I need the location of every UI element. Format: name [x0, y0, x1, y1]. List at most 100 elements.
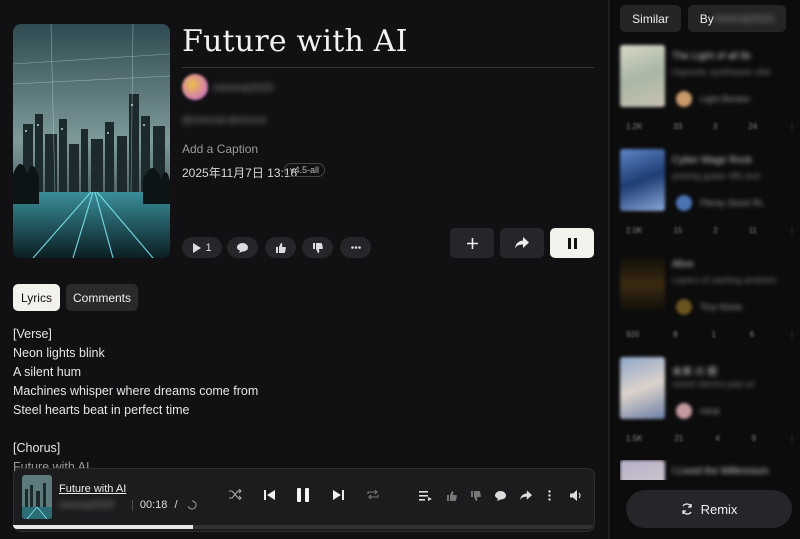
player-thumbnail[interactable] — [22, 475, 52, 519]
playback-progress-bar[interactable] — [13, 525, 593, 529]
creation-date: 2025年11月7日 13:16 — [182, 166, 298, 180]
player-comment-icon[interactable] — [495, 491, 506, 501]
lyrics-line: Machines whisper where dreams come from — [13, 384, 259, 398]
item-comments: 6 — [749, 330, 755, 339]
item-more-icon[interactable]: ⋮ — [788, 434, 796, 443]
item-more-icon[interactable]: ⋮ — [788, 226, 796, 235]
tab-by-username: mirenai2020 — [713, 12, 775, 25]
item-thumbnail — [620, 253, 665, 315]
item-dislikes: 4 — [715, 434, 720, 443]
remix-label: Remix — [700, 501, 738, 517]
item-plays: 2.0K — [626, 226, 643, 235]
thumbs-down-icon — [312, 242, 323, 253]
item-thumbnail — [620, 149, 665, 211]
item-plays: 920 — [626, 330, 640, 339]
add-caption-field[interactable]: Add a Caption — [182, 142, 258, 156]
tab-by-user[interactable]: By mirenai2020 — [688, 5, 786, 32]
player-time: | 00:18 / — [131, 499, 197, 511]
lyrics-line — [13, 420, 258, 439]
list-item[interactable]: The Light of all lib Hypnotic synthwave … — [620, 45, 800, 145]
list-item[interactable]: Alive Layers of swirling ambient Tiny No… — [620, 253, 800, 353]
item-more-icon[interactable]: ⋮ — [788, 330, 796, 339]
item-stats: 920 8 1 6 ⋮ — [626, 330, 796, 339]
item-title: 未来 の 歌 — [672, 367, 718, 378]
item-plays: 1.5K — [626, 434, 643, 443]
tab-by-label: By — [699, 11, 714, 26]
previous-track-icon[interactable] — [264, 490, 275, 500]
player-dislike-icon[interactable] — [471, 491, 481, 501]
main-panel: Future with AI mirenai2020 @mirenai.deeo… — [0, 0, 606, 539]
player-like-icon[interactable] — [447, 491, 457, 501]
player-pause-icon[interactable] — [297, 488, 309, 502]
item-thumbnail — [620, 357, 665, 419]
item-author-avatar — [676, 403, 692, 419]
play-count-button[interactable]: 1 — [182, 237, 222, 258]
tab-similar[interactable]: Similar — [620, 5, 681, 32]
player-artist[interactable]: mirenai2020 — [59, 500, 114, 511]
lyrics-line: [Verse] — [13, 327, 52, 341]
player-song-title[interactable]: Future with AI — [59, 483, 126, 495]
share-arrow-icon — [515, 237, 529, 249]
item-title: Alive — [672, 259, 694, 270]
item-author: Light Bonker — [700, 94, 751, 104]
next-track-icon[interactable] — [333, 490, 344, 500]
plus-icon — [466, 237, 478, 249]
shuffle-icon[interactable] — [229, 489, 242, 500]
username-link[interactable]: mirenai2020 — [213, 82, 274, 94]
item-plays: 1.2K — [626, 122, 643, 131]
more-horizontal-icon — [350, 246, 361, 249]
lyrics-line: [Chorus] — [13, 441, 61, 455]
volume-icon[interactable] — [570, 490, 582, 501]
title-divider — [182, 67, 594, 68]
lyrics-line: Steel hearts beat in perfect time — [13, 403, 190, 417]
item-author: mirai — [700, 406, 720, 416]
tab-lyrics[interactable]: Lyrics — [13, 284, 60, 311]
item-comments: 24 — [748, 122, 758, 131]
item-author: Plenty Stuck RL — [700, 198, 765, 208]
bottom-player-bar: Future with AI mirenai2020 | 00:18 / — [13, 468, 595, 532]
item-title: The Light of all lib — [672, 51, 751, 62]
item-likes: 21 — [674, 434, 684, 443]
item-author-avatar — [676, 299, 692, 315]
tab-comments[interactable]: Comments — [66, 284, 138, 311]
item-likes: 15 — [673, 226, 683, 235]
model-version-badge: v4.5-all — [284, 163, 326, 177]
item-subtitle: Hypnotic synthwave vibe — [672, 67, 772, 77]
item-author-avatar — [676, 91, 692, 107]
item-stats: 1.5K 21 4 9 ⋮ — [626, 434, 796, 443]
user-avatar[interactable] — [182, 74, 208, 100]
more-options-button[interactable] — [340, 237, 371, 258]
playback-progress-fill — [13, 525, 193, 529]
item-title: Cyber Mage Rock — [672, 155, 753, 166]
item-subtitle: Layers of swirling ambient — [672, 275, 777, 285]
item-dislikes: 2 — [713, 226, 718, 235]
player-share-icon[interactable] — [520, 490, 532, 501]
item-comments: 9 — [751, 434, 757, 443]
song-cover-image — [13, 24, 170, 258]
comment-button[interactable] — [227, 237, 258, 258]
item-likes: 33 — [673, 122, 683, 131]
lyrics-line: A silent hum — [13, 365, 82, 379]
item-author: Tiny Noise — [700, 302, 743, 312]
item-comments: 11 — [748, 226, 757, 235]
repeat-icon[interactable] — [367, 489, 379, 500]
list-item[interactable]: I Lived the Millennium — [620, 460, 800, 480]
user-handle: @mirenai.deeoone — [182, 115, 267, 126]
loading-spinner-icon — [187, 500, 197, 510]
remix-button[interactable]: Remix — [626, 490, 792, 528]
play-icon — [192, 242, 202, 253]
list-item[interactable]: Cyber Mage Rock pulsing guitar riffs and… — [620, 149, 800, 249]
item-more-icon[interactable]: ⋮ — [788, 122, 796, 131]
item-dislikes: 3 — [713, 122, 718, 131]
share-button[interactable] — [500, 228, 544, 258]
dislike-button[interactable] — [302, 237, 333, 258]
item-dislikes: 1 — [711, 330, 716, 339]
player-more-icon[interactable] — [548, 490, 551, 501]
pause-button[interactable] — [550, 228, 594, 258]
time-slash: / — [174, 499, 178, 511]
sidebar: Similar By mirenai2020 The Light of all l… — [608, 0, 800, 539]
like-button[interactable] — [265, 237, 296, 258]
list-item[interactable]: 未来 の 歌 sweet electro-pop w/ mirai 1.5K 2… — [620, 357, 800, 457]
add-to-playlist-button[interactable] — [450, 228, 494, 258]
queue-icon[interactable] — [419, 491, 432, 501]
